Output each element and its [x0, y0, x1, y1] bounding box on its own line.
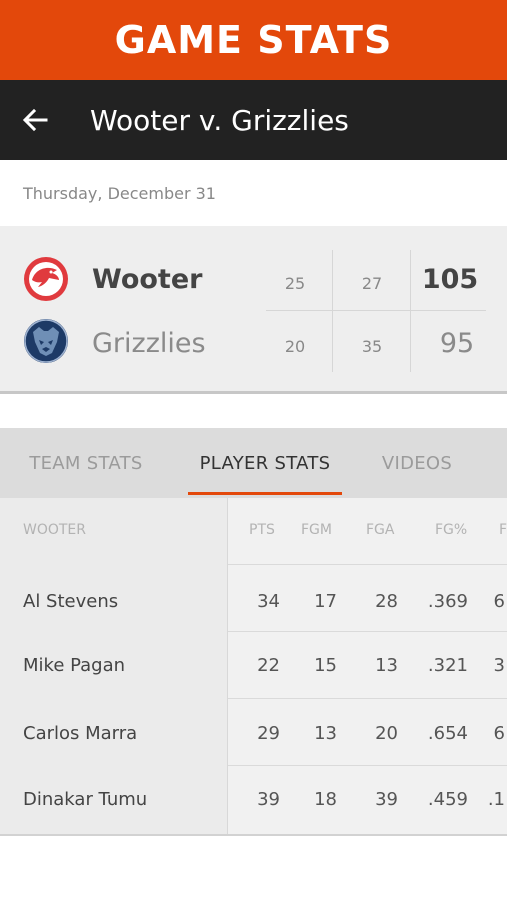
stat-pts: 34 [257, 591, 280, 612]
stat-more: 6 [493, 723, 505, 744]
column-header-fgm: FGM [301, 522, 332, 538]
stat-fga: 20 [375, 723, 398, 744]
game-date-row: Thursday, December 31 [0, 160, 507, 226]
active-tab-indicator [188, 492, 342, 495]
stat-fgm: 15 [314, 655, 337, 676]
page-title: Wooter v. Grizzlies [90, 103, 349, 137]
column-header-fga: FGA [366, 522, 395, 538]
back-button[interactable] [0, 80, 70, 160]
home-q1-score: 25 [284, 274, 306, 293]
scoreboard-card: Wooter Grizzlies 25 27 20 35 105 95 [0, 226, 507, 394]
row-divider [228, 765, 507, 766]
stat-pts: 22 [257, 655, 280, 676]
stat-pts: 29 [257, 723, 280, 744]
tab-player-stats[interactable]: PLAYER STATS [188, 428, 342, 498]
banner-title: GAME STATS [114, 18, 393, 62]
app-bar: Wooter v. Grizzlies [0, 80, 507, 160]
score-divider [332, 250, 333, 372]
row-divider [228, 698, 507, 699]
stat-fga: 13 [375, 655, 398, 676]
away-total-score: 95 [439, 328, 475, 359]
top-banner: GAME STATS [0, 0, 507, 80]
tab-videos[interactable]: VIDEOS [364, 428, 470, 498]
away-q1-score: 20 [284, 337, 306, 356]
row-divider [228, 564, 507, 565]
team-name-away: Grizzlies [92, 328, 206, 359]
column-header-more: F [499, 522, 507, 538]
grizzlies-logo-icon [24, 319, 68, 363]
stats-tab-bar: TEAM STATS PLAYER STATS VIDEOS [0, 428, 507, 498]
team-column-header: WOOTER [23, 522, 87, 538]
player-name[interactable]: Carlos Marra [23, 723, 137, 744]
tab-team-stats[interactable]: TEAM STATS [0, 428, 172, 498]
stat-fgm: 18 [314, 789, 337, 810]
score-divider [266, 310, 486, 311]
column-header-fg-pct: FG% [435, 522, 468, 538]
game-date: Thursday, December 31 [23, 183, 216, 203]
score-divider [410, 250, 411, 372]
home-total-score: 105 [421, 264, 479, 295]
column-header-pts: PTS [249, 522, 275, 538]
player-stats-table[interactable]: WOOTER PTS FGM FGA FG% F Al Stevens 34 1… [0, 498, 507, 836]
player-name[interactable]: Al Stevens [23, 591, 118, 612]
stat-more: 3 [493, 655, 505, 676]
team-name-home: Wooter [92, 264, 203, 295]
player-name[interactable]: Dinakar Tumu [23, 789, 147, 810]
stat-pts: 39 [257, 789, 280, 810]
away-q2-score: 35 [361, 337, 383, 356]
row-divider [228, 631, 507, 632]
hawks-logo-icon [24, 257, 68, 301]
player-name[interactable]: Mike Pagan [23, 655, 125, 676]
stat-fgm: 17 [314, 591, 337, 612]
home-q2-score: 27 [361, 274, 383, 293]
stat-more: .1 [487, 789, 505, 810]
stat-fga: 28 [375, 591, 398, 612]
stat-fga: 39 [375, 789, 398, 810]
stat-fgm: 13 [314, 723, 337, 744]
arrow-left-icon [22, 108, 48, 132]
stat-more: 6 [493, 591, 505, 612]
